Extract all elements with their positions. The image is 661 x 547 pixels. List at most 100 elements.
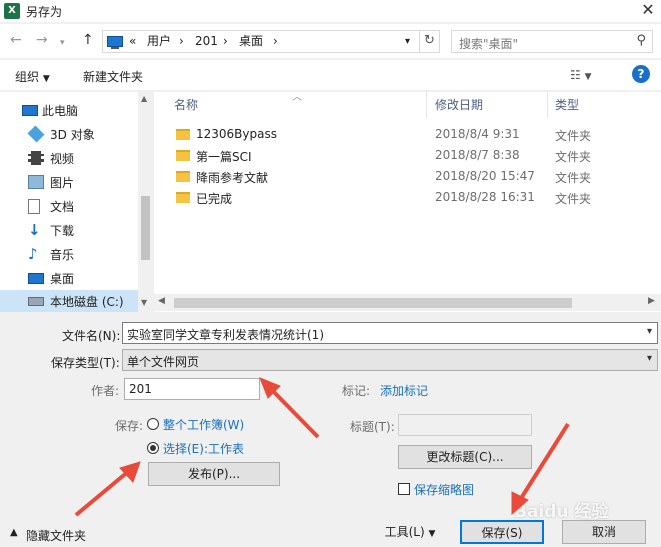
desktop-icon: [28, 272, 44, 284]
arrow-head-icon: [259, 377, 281, 399]
up-icon[interactable]: ↑: [82, 32, 94, 48]
scrollbar-thumb[interactable]: [174, 298, 572, 308]
file-date: 2018/8/7 8:38: [435, 148, 520, 162]
organize-button[interactable]: 组织 ▼: [15, 68, 50, 85]
recent-dropdown-icon[interactable]: ▾: [60, 35, 65, 51]
breadcrumb-users[interactable]: 用户: [147, 34, 171, 48]
sidebar-item-label: 视频: [50, 151, 75, 166]
column-divider[interactable]: [547, 92, 548, 118]
folder-icon: [176, 171, 190, 182]
download-icon: ↓: [28, 221, 41, 239]
refresh-icon[interactable]: ↻: [420, 30, 440, 53]
hide-folders-button[interactable]: 隐藏文件夹: [26, 527, 86, 544]
scrollbar-thumb[interactable]: [141, 196, 150, 260]
scroll-right-icon[interactable]: ▶: [648, 296, 655, 306]
save-button[interactable]: 保存(S): [460, 520, 544, 544]
sidebar-item-label: 图片: [50, 175, 75, 190]
change-title-button[interactable]: 更改标题(C)...: [398, 445, 532, 469]
sidebar-item-pictures[interactable]: 图片: [0, 170, 140, 194]
author-field[interactable]: 201: [124, 378, 260, 400]
sidebar-item-music[interactable]: ♪ 音乐: [0, 242, 140, 266]
sidebar-item-downloads[interactable]: ↓ 下载: [0, 218, 140, 242]
folder-icon: [176, 192, 190, 203]
save-thumbnail-label[interactable]: 保存缩略图: [414, 481, 474, 498]
address-dropdown-icon[interactable]: ▾: [405, 35, 410, 49]
arrow-to-author: [266, 384, 320, 439]
sidebar-item-local-disk[interactable]: 本地磁盘 (C:): [0, 290, 140, 312]
file-row[interactable]: 12306Bypass 2018/8/4 9:31 文件夹: [154, 124, 654, 145]
column-header-name[interactable]: 名称: [174, 96, 198, 113]
sort-ascending-icon: ︿: [292, 92, 302, 103]
file-date: 2018/8/4 9:31: [435, 127, 520, 141]
computer-icon: [22, 104, 38, 116]
film-icon: [28, 151, 44, 165]
sidebar-item-label: 下载: [50, 223, 75, 238]
sidebar-item-documents[interactable]: 文档: [0, 194, 140, 218]
chevron-down-icon[interactable]: ▾: [647, 326, 652, 337]
tools-button[interactable]: 工具(L) ▼: [370, 520, 450, 544]
column-divider[interactable]: [426, 92, 427, 118]
file-row[interactable]: 已完成 2018/8/28 16:31 文件夹: [154, 187, 654, 208]
tools-label: 工具(L): [384, 525, 425, 539]
toolbar: 组织 ▼ 新建文件夹 ☷ ▼ ?: [0, 60, 661, 90]
sidebar-item-desktop[interactable]: 桌面: [0, 266, 140, 290]
picture-icon: [28, 175, 44, 189]
search-icon[interactable]: ⚲: [636, 33, 646, 48]
sidebar-scrollbar[interactable]: ▲ ▼: [138, 92, 152, 312]
radio-entire-workbook[interactable]: [147, 418, 159, 430]
cancel-button[interactable]: 取消: [562, 520, 646, 544]
file-type: 文件夹: [555, 192, 592, 206]
add-tags-link[interactable]: 添加标记: [380, 382, 428, 399]
filetype-value: 单个文件网页: [127, 355, 200, 369]
file-name: 12306Bypass: [196, 127, 277, 141]
column-header-type[interactable]: 类型: [555, 96, 579, 113]
column-header-date[interactable]: 修改日期: [435, 96, 483, 113]
excel-icon: X: [4, 3, 20, 19]
view-options-icon[interactable]: ☷ ▼: [570, 68, 592, 82]
radio-entire-workbook-label[interactable]: 整个工作簿(W): [163, 416, 244, 433]
breadcrumb-desktop[interactable]: 桌面: [239, 34, 263, 48]
breadcrumb-overflow[interactable]: «: [129, 34, 136, 48]
sidebar-item-label: 本地磁盘 (C:): [50, 294, 124, 309]
file-type: 文件夹: [555, 171, 592, 185]
chevron-right-icon: ›: [223, 34, 228, 48]
chevron-down-icon[interactable]: ▾: [647, 353, 652, 364]
forward-icon[interactable]: →: [36, 32, 48, 48]
sidebar-item-this-pc[interactable]: 此电脑: [0, 98, 140, 122]
file-list-scrollbar[interactable]: ◀ ▶: [154, 294, 661, 311]
file-type: 文件夹: [555, 150, 592, 164]
cube-icon: [27, 125, 45, 143]
sidebar-item-label: 桌面: [50, 271, 75, 286]
window-title: 另存为: [26, 5, 63, 19]
document-icon: [28, 198, 40, 214]
chevron-down-icon: ▼: [42, 74, 50, 84]
file-name: 降雨参考文献: [196, 171, 269, 185]
file-name: 第一篇SCI: [196, 150, 252, 164]
computer-icon: [107, 36, 123, 49]
sidebar-item-videos[interactable]: 视频: [0, 146, 140, 170]
back-icon[interactable]: ←: [10, 32, 22, 48]
new-folder-button[interactable]: 新建文件夹: [83, 68, 143, 85]
scroll-up-icon[interactable]: ▲: [141, 94, 147, 103]
scroll-down-icon[interactable]: ▼: [141, 298, 147, 307]
close-icon[interactable]: ✕: [636, 0, 660, 22]
radio-selection[interactable]: [147, 442, 159, 454]
filename-field[interactable]: 实验室同学文章专利发表情况统计(1) ▾: [122, 322, 658, 344]
breadcrumb-201[interactable]: 201: [195, 34, 218, 48]
scroll-left-icon[interactable]: ◀: [158, 296, 165, 306]
title-field[interactable]: [398, 414, 532, 436]
chevron-up-icon[interactable]: ▲: [10, 527, 18, 538]
file-row[interactable]: 第一篇SCI 2018/8/7 8:38 文件夹: [154, 145, 654, 166]
filename-value: 实验室同学文章专利发表情况统计(1): [127, 328, 324, 342]
sidebar-item-3d-objects[interactable]: 3D 对象: [0, 122, 140, 146]
radio-selection-label[interactable]: 选择(E):工作表: [163, 440, 244, 457]
address-bar[interactable]: « 用户 › 201 › 桌面 › ▾: [102, 30, 420, 53]
search-input[interactable]: 搜索"桌面" ⚲: [451, 30, 653, 53]
help-icon[interactable]: ?: [632, 65, 650, 83]
navigation-bar: ← → ▾ ↑ « 用户 › 201 › 桌面 › ▾ ↻ 搜索"桌面" ⚲: [0, 24, 661, 58]
filetype-select[interactable]: 单个文件网页 ▾: [122, 349, 658, 371]
sidebar-item-label: 此电脑: [42, 103, 79, 118]
file-row[interactable]: 降雨参考文献 2018/8/20 15:47 文件夹: [154, 166, 654, 187]
publish-button[interactable]: 发布(P)...: [148, 462, 280, 486]
save-thumbnail-checkbox[interactable]: [398, 483, 410, 495]
